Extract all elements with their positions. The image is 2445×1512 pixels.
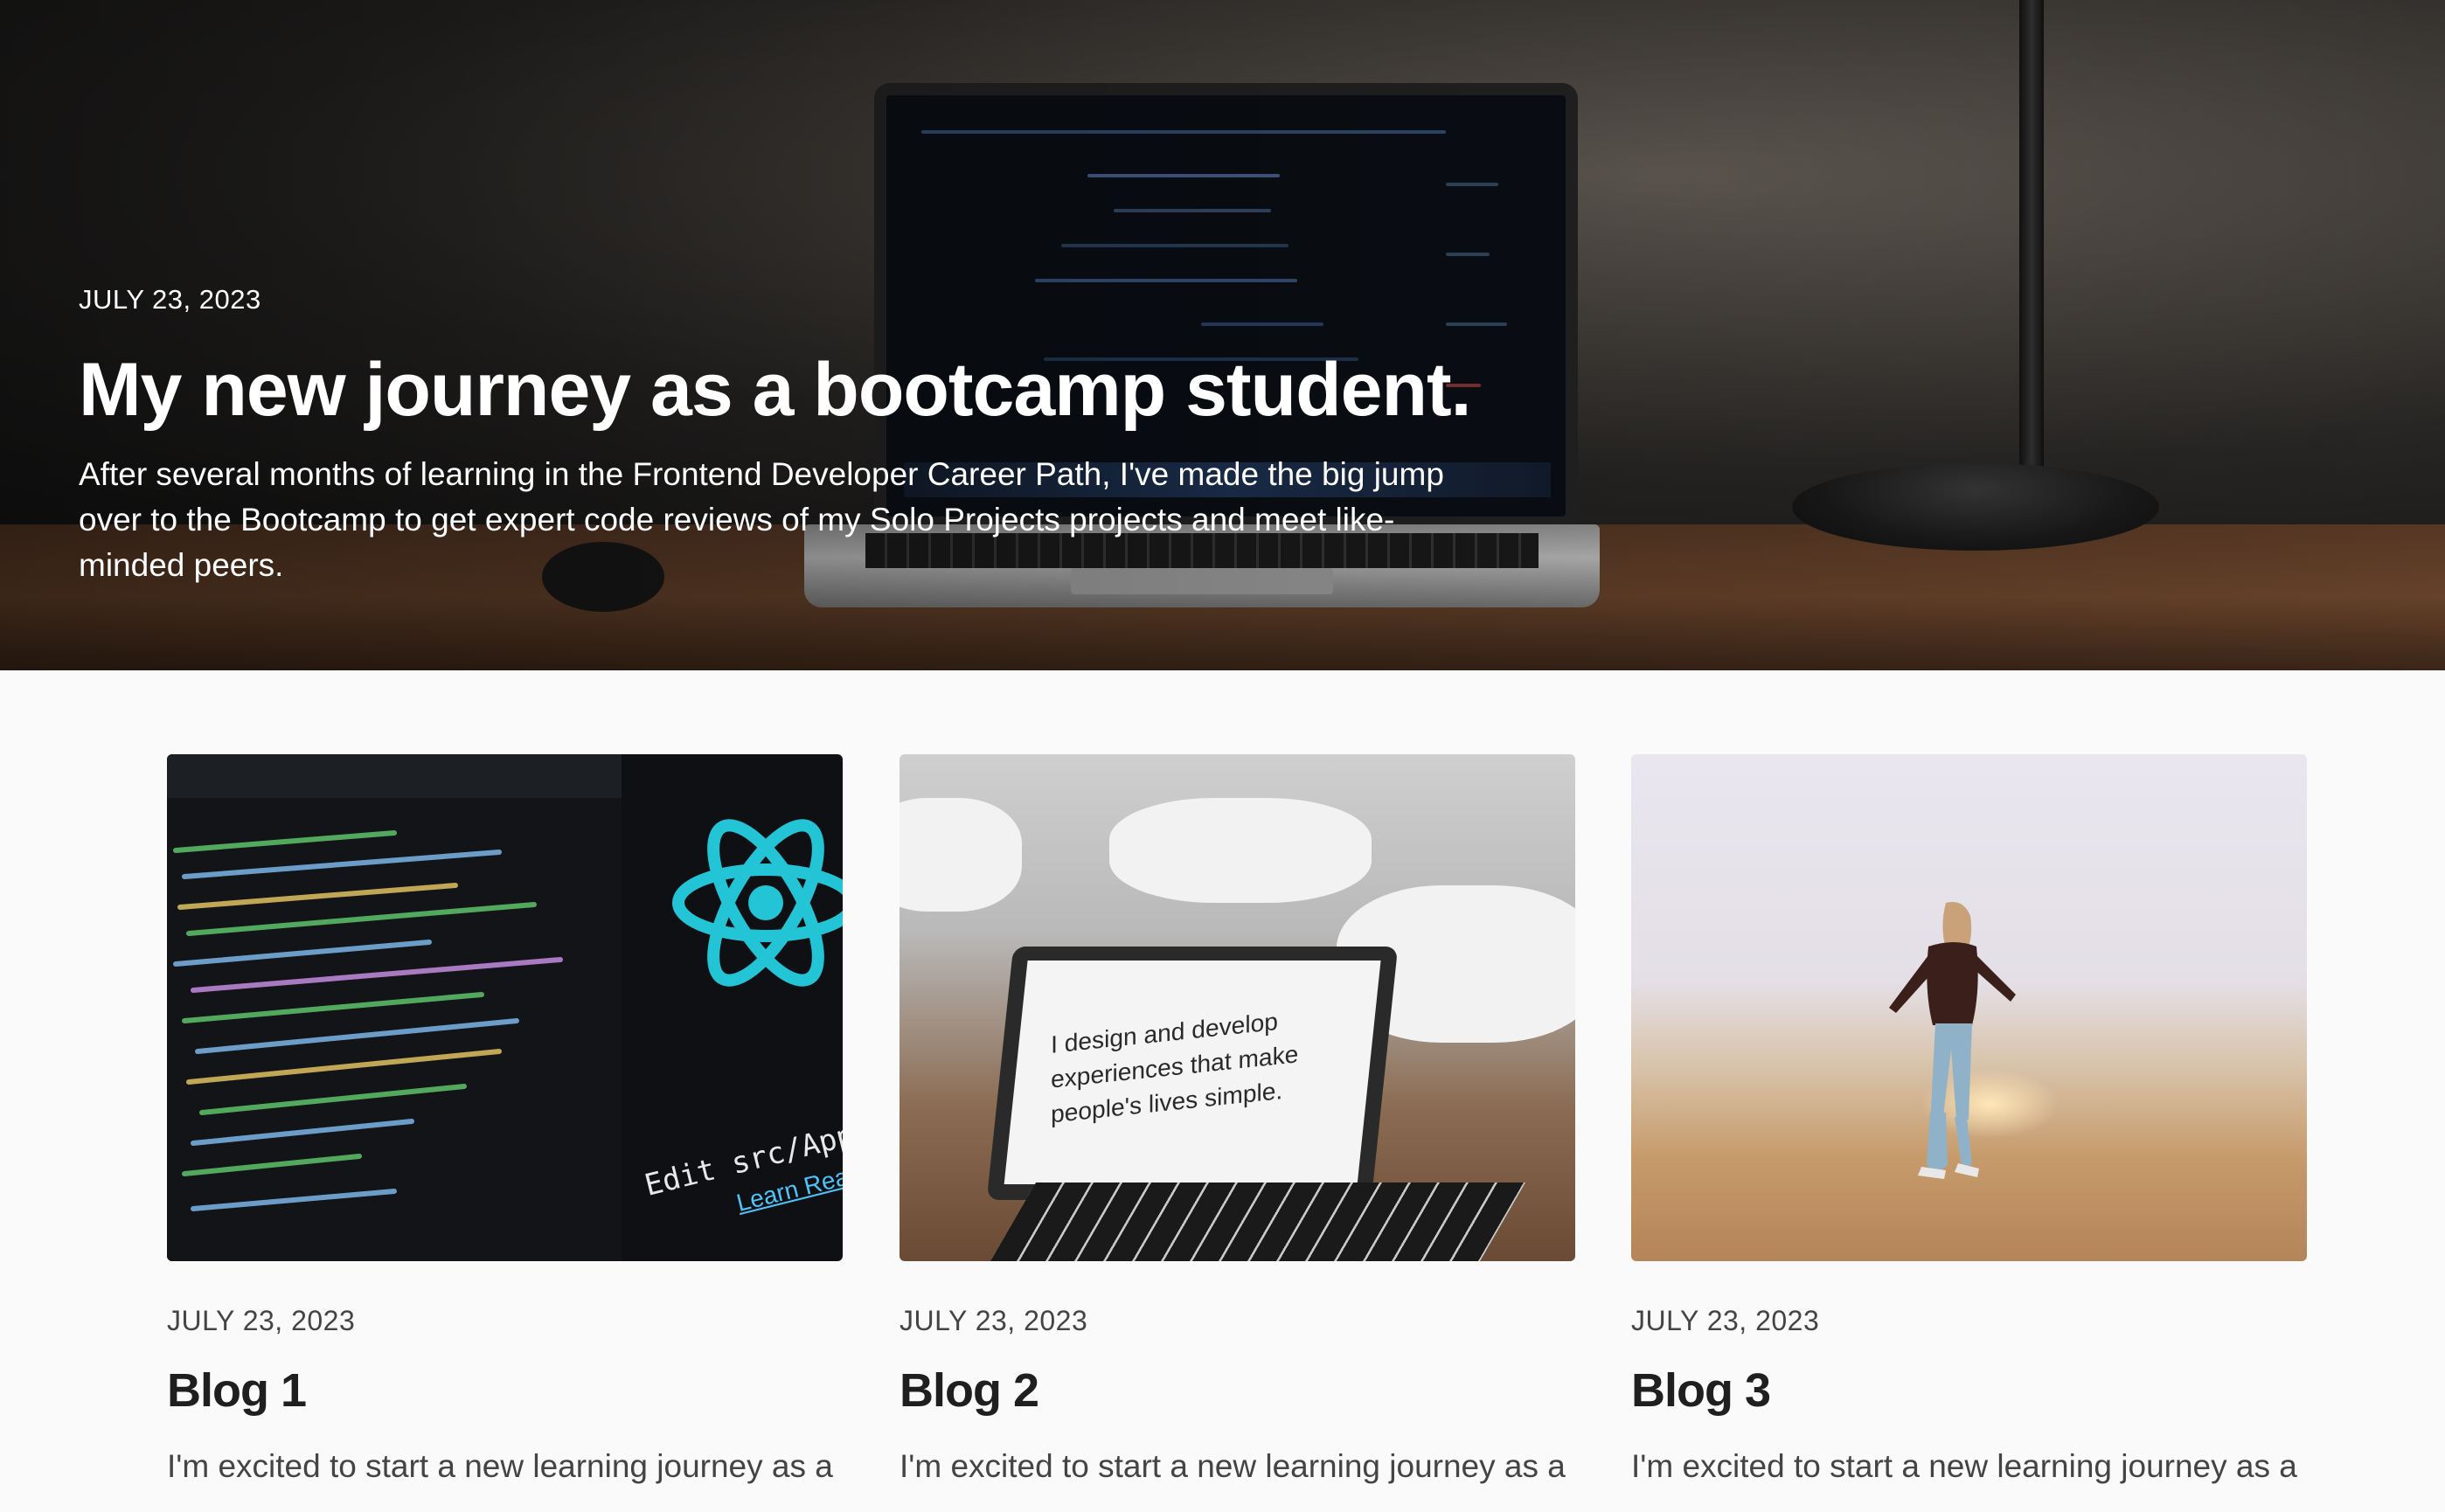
blog-card-1-title[interactable]: Blog 1 <box>167 1363 843 1418</box>
hero-description: After several months of learning in the … <box>79 456 1444 583</box>
blog-card-3[interactable]: JULY 23, 2023 Blog 3 I'm excited to star… <box>1631 754 2307 1491</box>
laptop-display: I design and develop experiences that ma… <box>1004 961 1381 1184</box>
hero-date: JULY 23, 2023 <box>79 284 261 315</box>
blog-card-2-image[interactable]: I design and develop experiences that ma… <box>900 754 1575 1261</box>
hero-banner[interactable]: JULY 23, 2023 My new journey as a bootca… <box>0 0 2445 670</box>
code-editor-panel <box>167 754 622 1261</box>
blog-card-2[interactable]: I design and develop experiences that ma… <box>900 754 1575 1491</box>
blog-card-2-title[interactable]: Blog 2 <box>900 1363 1575 1418</box>
hero-title[interactable]: My new journey as a bootcamp student. <box>79 352 1495 427</box>
cafe-seat-image <box>1109 798 1372 903</box>
react-logo-icon <box>672 819 843 987</box>
blog-card-3-title[interactable]: Blog 3 <box>1631 1363 2307 1418</box>
blog-card-1-date: JULY 23, 2023 <box>167 1305 356 1336</box>
code-lines-illustration <box>167 754 622 1211</box>
blog-card-2-excerpt: I'm excited to start a new learning jour… <box>900 1448 1566 1484</box>
blog-card-1-image[interactable]: Edit src/App.js and save Learn React <box>167 754 843 1261</box>
blog-card-3-excerpt: I'm excited to start a new learning jour… <box>1631 1448 2297 1484</box>
blog-card-1-excerpt: I'm excited to start a new learning jour… <box>167 1448 833 1484</box>
blog-card-2-date: JULY 23, 2023 <box>900 1305 1088 1336</box>
person-on-beach-image <box>1889 902 2016 1179</box>
laptop-image: I design and develop experiences that ma… <box>986 947 1399 1200</box>
laptop-display-text: I design and develop experiences that ma… <box>1051 1008 1299 1128</box>
blog-card-3-image[interactable] <box>1631 754 2307 1261</box>
hero-content: JULY 23, 2023 My new journey as a bootca… <box>79 284 1495 588</box>
cafe-seat-image <box>900 798 1022 912</box>
blog-card-1[interactable]: Edit src/App.js and save Learn React JUL… <box>167 754 843 1491</box>
blog-card-3-date: JULY 23, 2023 <box>1631 1305 1820 1336</box>
laptop-keyboard-image <box>990 1183 1525 1261</box>
